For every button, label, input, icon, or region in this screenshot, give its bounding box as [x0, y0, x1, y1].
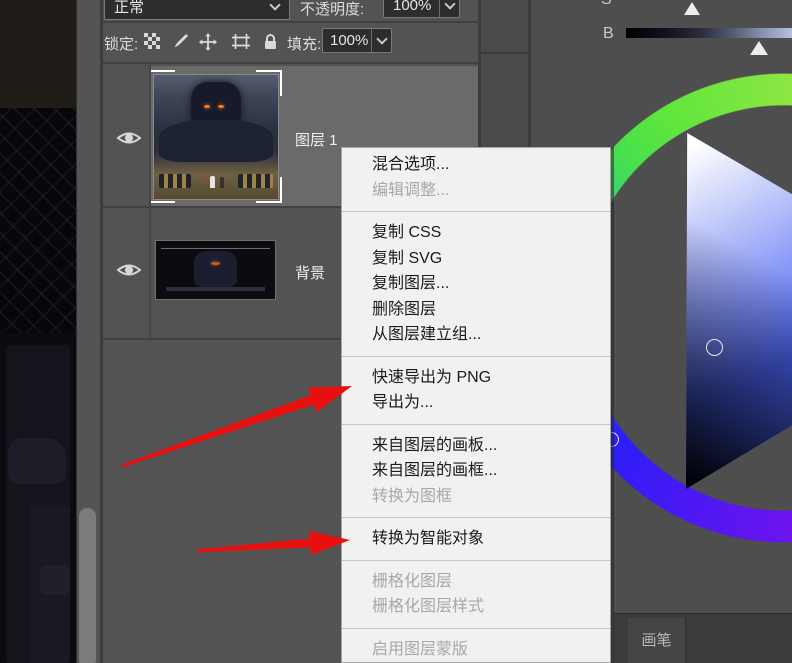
menu-item[interactable]: 导出为...: [342, 390, 610, 416]
lock-label: 锁定:: [104, 36, 139, 53]
menu-separator: [342, 423, 610, 425]
thumbnail-art: [219, 176, 224, 188]
layer-thumbnail[interactable]: [155, 240, 276, 300]
thumbnail-art: [158, 119, 274, 162]
selection-bracket: [149, 70, 175, 96]
lock-position-icon[interactable]: [199, 33, 217, 56]
menu-separator: [342, 355, 610, 357]
canvas-dark-area: [0, 0, 76, 108]
fill-label: 填充:: [287, 36, 322, 53]
menu-item[interactable]: 复制 CSS: [342, 220, 610, 246]
fill-dropdown[interactable]: 100%: [322, 28, 392, 53]
thumbnail-art: [194, 251, 237, 288]
selection-bracket: [256, 177, 282, 203]
thumbnail-art: [203, 104, 210, 108]
opacity-dropdown-button[interactable]: [439, 0, 459, 17]
opacity-value: 100%: [393, 0, 432, 14]
photoshop-window: 正常 不透明度: 100% 锁定: 填充: 100% 图层 1 背景 B 画笔 …: [0, 0, 792, 663]
menu-separator: [342, 559, 610, 561]
color-selection-cursor[interactable]: [706, 339, 723, 356]
opacity-dropdown[interactable]: 100%: [383, 0, 460, 18]
menu-item[interactable]: 来自图层的画框...: [342, 458, 610, 484]
divider: [103, 21, 478, 23]
saturation-label: S: [601, 0, 612, 9]
visibility-eye-icon[interactable]: [115, 260, 143, 280]
layer-name[interactable]: 背景: [295, 262, 325, 283]
canvas-image-texture: [0, 108, 76, 333]
menu-item[interactable]: 复制 SVG: [342, 246, 610, 272]
menu-separator: [342, 211, 610, 212]
divider: [481, 52, 528, 54]
visibility-eye-icon[interactable]: [115, 128, 143, 148]
chevron-down-icon: [269, 0, 281, 11]
menu-item: 栅格化图层: [372, 572, 453, 590]
eye-column-divider: [149, 64, 151, 340]
thumbnail-art: [160, 247, 271, 249]
thumbnail-art: [209, 175, 215, 188]
thumbnail-art: [210, 261, 221, 265]
lock-artboard-icon[interactable]: [231, 33, 251, 55]
divider: [103, 62, 478, 64]
thumbnail-art: [165, 286, 266, 291]
thumbnail-art: [206, 174, 210, 178]
menu-item[interactable]: 混合选项...: [342, 152, 610, 178]
layer-name[interactable]: 图层 1: [295, 129, 338, 150]
fill-dropdown-button[interactable]: [371, 29, 391, 52]
fill-value: 100%: [330, 32, 369, 49]
menu-item: 转换为图框: [372, 487, 453, 505]
canvas-image-shape: [8, 438, 66, 484]
selection-bracket: [149, 177, 175, 203]
vertical-scrollbar-thumb[interactable]: [79, 508, 96, 663]
menu-item[interactable]: 从图层建立组...: [342, 322, 610, 348]
menu-separator: [342, 627, 610, 629]
menu-item: 编辑调整...: [372, 181, 450, 199]
canvas-image-shape: [40, 565, 70, 595]
menu-item[interactable]: 复制图层...: [342, 271, 610, 297]
selection-bracket: [256, 70, 282, 96]
chevron-down-icon: [443, 0, 456, 10]
brightness-slider-track[interactable]: [626, 28, 792, 38]
document-canvas[interactable]: [0, 0, 76, 663]
brightness-label: B: [603, 25, 614, 42]
lock-transparent-pixels-icon[interactable]: [144, 33, 160, 54]
opacity-label: 不透明度:: [300, 1, 365, 18]
context-menu: 混合选项... 编辑调整... 复制 CSS 复制 SVG 复制图层... 删除图层 从图层…: [341, 147, 611, 663]
menu-item[interactable]: 快速导出为 PNG: [342, 365, 610, 391]
menu-separator: [342, 517, 610, 518]
menu-item: 启用图层蒙版: [372, 640, 469, 658]
lock-all-icon[interactable]: [263, 33, 278, 55]
brush-tab-label: 画笔: [641, 632, 672, 649]
menu-item[interactable]: 来自图层的画板...: [342, 433, 610, 459]
tab-brush[interactable]: 画笔: [628, 618, 686, 663]
menu-item: 栅格化图层样式: [372, 598, 485, 615]
menu-item[interactable]: 转换为智能对象: [342, 526, 610, 552]
blend-mode-dropdown[interactable]: 正常: [104, 0, 290, 20]
lock-image-pixels-icon[interactable]: [172, 33, 189, 55]
menu-item[interactable]: 删除图层: [342, 297, 610, 323]
chevron-down-icon: [375, 33, 388, 45]
blend-mode-value: 正常: [114, 0, 145, 16]
